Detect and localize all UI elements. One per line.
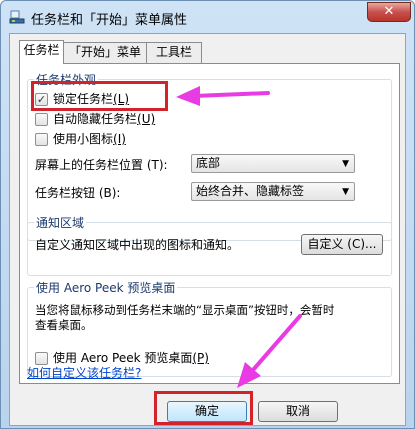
annotation-overlay <box>176 86 302 388</box>
arrow-icon <box>237 314 302 388</box>
arrow-icon <box>176 86 270 106</box>
tab-taskbar[interactable]: 任务栏 <box>19 40 64 64</box>
